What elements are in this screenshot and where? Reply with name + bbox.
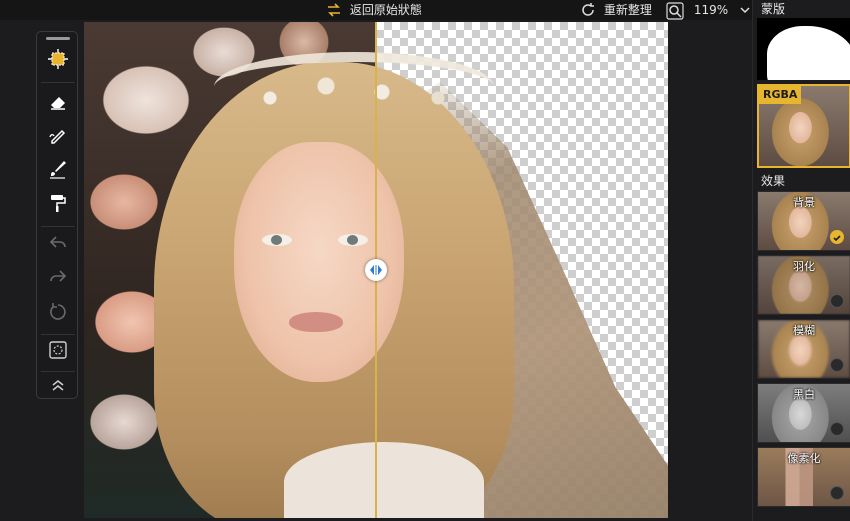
effect-radio[interactable] (830, 358, 844, 372)
effect-radio[interactable] (830, 294, 844, 308)
subject-eye-right (338, 234, 368, 246)
effect-label: 背景 (793, 196, 815, 209)
undo-button[interactable] (45, 232, 71, 258)
zoom-icon (666, 2, 688, 20)
effects-label: 效果 (761, 174, 786, 188)
check-icon (832, 228, 842, 247)
back-to-original-button[interactable]: 返回原始狀態 (326, 2, 422, 18)
effect-radio[interactable] (830, 422, 844, 436)
tool-palette (36, 31, 78, 399)
restore-brush-icon (48, 125, 68, 149)
effect-blur[interactable]: 模糊 (757, 319, 850, 379)
compare-slider-handle[interactable] (365, 259, 387, 281)
rotate-reset-icon (48, 301, 68, 325)
reset-canvas-button[interactable] (45, 300, 71, 326)
paint-roller-icon (48, 193, 68, 217)
effect-feather[interactable]: 羽化 (757, 255, 850, 315)
effect-black-white[interactable]: 黑白 (757, 383, 850, 443)
mask-label: 蒙版 (761, 2, 786, 16)
fit-screen-icon (48, 340, 68, 364)
subject-crown (214, 52, 494, 122)
subject-eye-left (262, 234, 292, 246)
restore-brush-button[interactable] (45, 124, 71, 150)
reset-label: 重新整理 (603, 3, 652, 17)
effect-background[interactable]: 背景 (757, 191, 850, 251)
mask-shape (767, 26, 850, 80)
redo-button[interactable] (45, 266, 71, 292)
collapse-toolbar-button[interactable] (45, 374, 71, 400)
refresh-icon (580, 3, 600, 17)
subject-dress (284, 442, 484, 518)
effect-label: 黑白 (793, 388, 815, 401)
divider (41, 334, 75, 335)
subject-lips (289, 312, 343, 332)
paint-brush-button[interactable] (45, 158, 71, 184)
eraser-tool-button[interactable] (45, 90, 71, 116)
zoom-value: 119% (693, 3, 729, 17)
effect-label: 像素化 (787, 452, 821, 465)
compare-swap-icon (326, 3, 346, 17)
top-bar: 返回原始狀態 重新整理 119% (0, 0, 752, 20)
reset-button[interactable]: 重新整理 (580, 2, 652, 18)
paint-brush-icon (48, 159, 68, 183)
effect-radio[interactable] (830, 486, 844, 500)
drag-handle[interactable] (46, 37, 70, 40)
move-icon (47, 48, 69, 74)
left-right-arrows-icon (369, 261, 383, 280)
back-to-original-label: 返回原始狀態 (349, 3, 422, 17)
double-chevron-up-icon (50, 377, 66, 397)
eraser-icon (48, 91, 68, 115)
move-tool-button[interactable] (45, 48, 71, 74)
divider (41, 371, 75, 372)
rgba-tag: RGBA (759, 86, 802, 104)
image-canvas[interactable] (84, 22, 668, 518)
fit-screen-button[interactable] (45, 339, 71, 365)
effect-selected-radio[interactable] (830, 230, 844, 244)
effect-label: 羽化 (793, 260, 815, 273)
chevron-down-icon[interactable] (740, 3, 750, 17)
redo-icon (48, 267, 68, 291)
effect-label: 模糊 (793, 324, 815, 337)
divider (41, 226, 75, 227)
mask-thumbnail[interactable] (757, 18, 850, 80)
rgba-thumbnail[interactable]: RGBA (757, 84, 850, 168)
layers-panel: 蒙版 RGBA 效果 背景 羽化 模糊 黑白 像素化 (752, 0, 850, 521)
fill-roller-button[interactable] (45, 192, 71, 218)
undo-icon (48, 233, 68, 257)
zoom-control[interactable]: 119% (666, 2, 750, 20)
divider (41, 82, 75, 83)
effect-pixelate[interactable]: 像素化 (757, 447, 850, 507)
